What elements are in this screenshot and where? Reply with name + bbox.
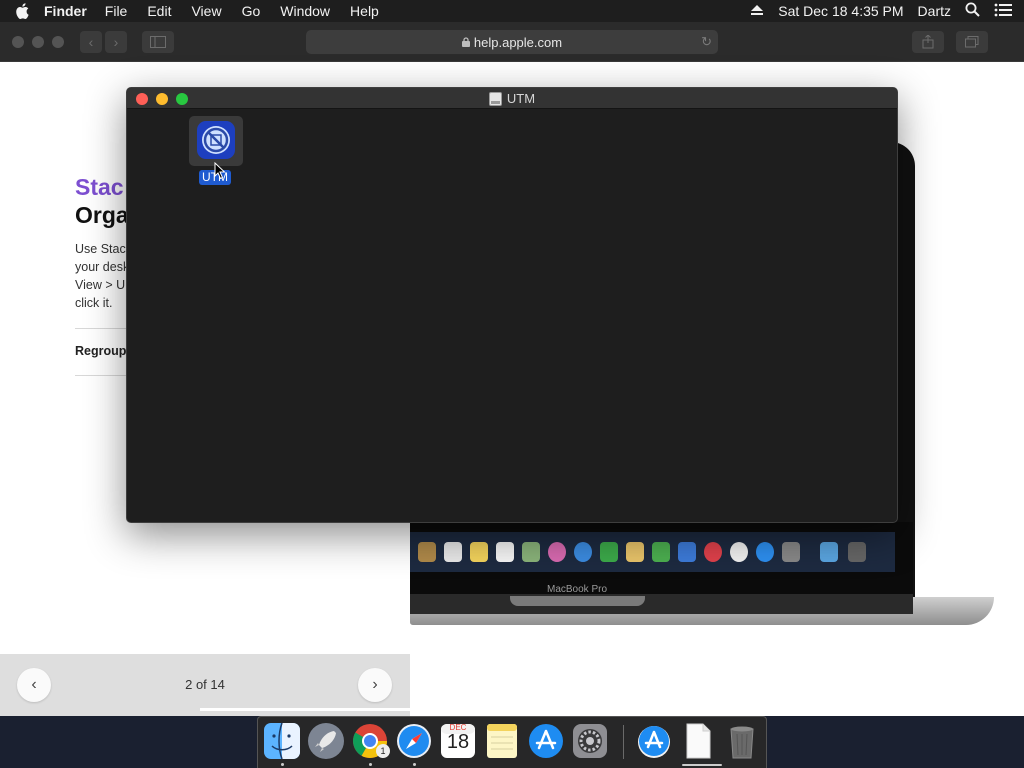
illustration-dock-icon bbox=[444, 542, 462, 562]
illustration-dock-icon bbox=[782, 542, 800, 562]
illustration-dock-icon bbox=[496, 542, 514, 562]
sidebar-toggle-button[interactable] bbox=[142, 31, 174, 53]
dock-trash[interactable] bbox=[723, 722, 761, 760]
mouse-pointer-icon bbox=[214, 161, 226, 185]
sidebar-icon bbox=[150, 36, 166, 48]
dock-app-store[interactable] bbox=[527, 722, 565, 760]
dock: 1 DEC 18 bbox=[257, 716, 767, 768]
next-slide-button[interactable]: › bbox=[358, 668, 392, 702]
chevron-right-icon: › bbox=[113, 34, 119, 50]
finder-title-bar[interactable]: UTM bbox=[127, 88, 897, 109]
app-store-icon bbox=[638, 726, 670, 758]
article-title: Orga bbox=[75, 202, 129, 228]
running-indicator bbox=[281, 763, 284, 766]
url-text: help.apple.com bbox=[473, 34, 563, 50]
minimize-window-button[interactable] bbox=[32, 36, 44, 48]
address-bar[interactable]: help.apple.com ↻ bbox=[306, 30, 718, 54]
menu-view[interactable]: View bbox=[191, 3, 221, 19]
spotlight-search-icon[interactable] bbox=[965, 2, 980, 20]
finder-window-utm: UTM UTM bbox=[126, 87, 898, 523]
finder-icon bbox=[264, 722, 300, 760]
menu-go[interactable]: Go bbox=[242, 3, 261, 19]
close-window-button[interactable] bbox=[12, 36, 24, 48]
illustration-dock-icon bbox=[820, 542, 838, 562]
article-title-accent: Stac bbox=[75, 174, 124, 200]
illustration-dock-icon bbox=[652, 542, 670, 562]
illustration-dock-icon bbox=[848, 542, 866, 562]
tabs-overview-button[interactable] bbox=[956, 31, 988, 53]
share-icon bbox=[922, 35, 934, 49]
running-indicator bbox=[369, 763, 372, 766]
app-store-icon bbox=[529, 724, 563, 758]
chevron-left-icon: ‹ bbox=[88, 34, 94, 50]
illustration-dock-icon bbox=[756, 542, 774, 562]
dock-notes[interactable] bbox=[483, 722, 521, 760]
illustration-dock-icon bbox=[704, 542, 722, 562]
gear-icon bbox=[573, 724, 607, 758]
dock-separator bbox=[623, 725, 624, 759]
illustration-dock-icon bbox=[548, 542, 566, 562]
dock-launchpad[interactable] bbox=[307, 722, 345, 760]
slide-progress-bar bbox=[200, 708, 410, 711]
dock-system-preferences[interactable] bbox=[571, 722, 609, 760]
trash-icon bbox=[730, 726, 754, 759]
slide-counter: 2 of 14 bbox=[185, 677, 225, 692]
macbook-label: MacBook Pro bbox=[547, 584, 608, 595]
calendar-day: 18 bbox=[446, 731, 470, 753]
illustration-dock-icon bbox=[730, 542, 748, 562]
illustration-dock-icon bbox=[574, 542, 592, 562]
macbook-hinge bbox=[410, 594, 913, 614]
disk-image-icon bbox=[488, 91, 502, 106]
article-body-line: View > U bbox=[75, 278, 126, 292]
dock-finder[interactable] bbox=[263, 722, 301, 760]
article-body-line: your desk bbox=[75, 260, 130, 274]
safari-toolbar: ‹ › help.apple.com ↻ bbox=[0, 22, 1024, 62]
running-indicator bbox=[413, 763, 416, 766]
zoom-window-button[interactable] bbox=[52, 36, 64, 48]
menu-clock[interactable]: Sat Dec 18 4:35 PM bbox=[778, 3, 903, 19]
menu-edit[interactable]: Edit bbox=[147, 3, 171, 19]
document-icon bbox=[686, 723, 711, 759]
notification-center-icon[interactable] bbox=[994, 3, 1012, 20]
back-button[interactable]: ‹ bbox=[80, 31, 102, 53]
download-progress-indicator bbox=[682, 764, 722, 766]
eject-icon[interactable] bbox=[750, 3, 764, 19]
dock-app-store-download[interactable] bbox=[635, 722, 673, 760]
illustration-dock-icon bbox=[470, 542, 488, 562]
share-button[interactable] bbox=[912, 31, 944, 53]
chevron-right-icon: › bbox=[372, 676, 378, 693]
menu-window[interactable]: Window bbox=[280, 3, 330, 19]
article-body-line: Use Stac bbox=[75, 242, 126, 256]
illustration-dock-icon bbox=[522, 542, 540, 562]
notes-icon bbox=[487, 724, 517, 758]
launchpad-rocket-icon bbox=[308, 723, 344, 759]
menu-app-name[interactable]: Finder bbox=[44, 3, 87, 19]
apple-menu-icon[interactable] bbox=[0, 3, 44, 19]
utm-app-icon[interactable] bbox=[196, 120, 236, 160]
article-body-line: click it. bbox=[75, 296, 113, 310]
illustration-dock-icon bbox=[418, 542, 436, 562]
lock-icon bbox=[461, 37, 470, 47]
finder-window-title: UTM bbox=[127, 88, 897, 109]
forward-button[interactable]: › bbox=[105, 31, 127, 53]
menu-file[interactable]: File bbox=[105, 3, 128, 19]
menu-bar-extras: Sat Dec 18 4:35 PM Dartz bbox=[750, 0, 1024, 22]
menu-bar: Finder File Edit View Go Window Help Sat… bbox=[0, 0, 1024, 22]
dock-document[interactable] bbox=[679, 722, 717, 760]
safari-compass-icon bbox=[397, 724, 431, 758]
slide-navigation: ‹ 2 of 14 › bbox=[0, 654, 410, 716]
article-body: Use Stac your desk View > U click it. bbox=[75, 240, 129, 312]
finder-title-text: UTM bbox=[506, 91, 536, 106]
macbook-notch bbox=[510, 596, 645, 606]
illustration-dock-icon bbox=[600, 542, 618, 562]
menu-user[interactable]: Dartz bbox=[918, 3, 951, 19]
illustration-dock-icon bbox=[626, 542, 644, 562]
menu-help[interactable]: Help bbox=[350, 3, 379, 19]
tabs-icon bbox=[965, 36, 979, 48]
dock-safari[interactable] bbox=[395, 722, 433, 760]
reload-icon[interactable]: ↻ bbox=[701, 34, 712, 50]
illustration-dock-icon bbox=[678, 542, 696, 562]
section-link-regroup[interactable]: Regroup bbox=[75, 344, 126, 358]
notification-badge: 1 bbox=[376, 744, 390, 758]
